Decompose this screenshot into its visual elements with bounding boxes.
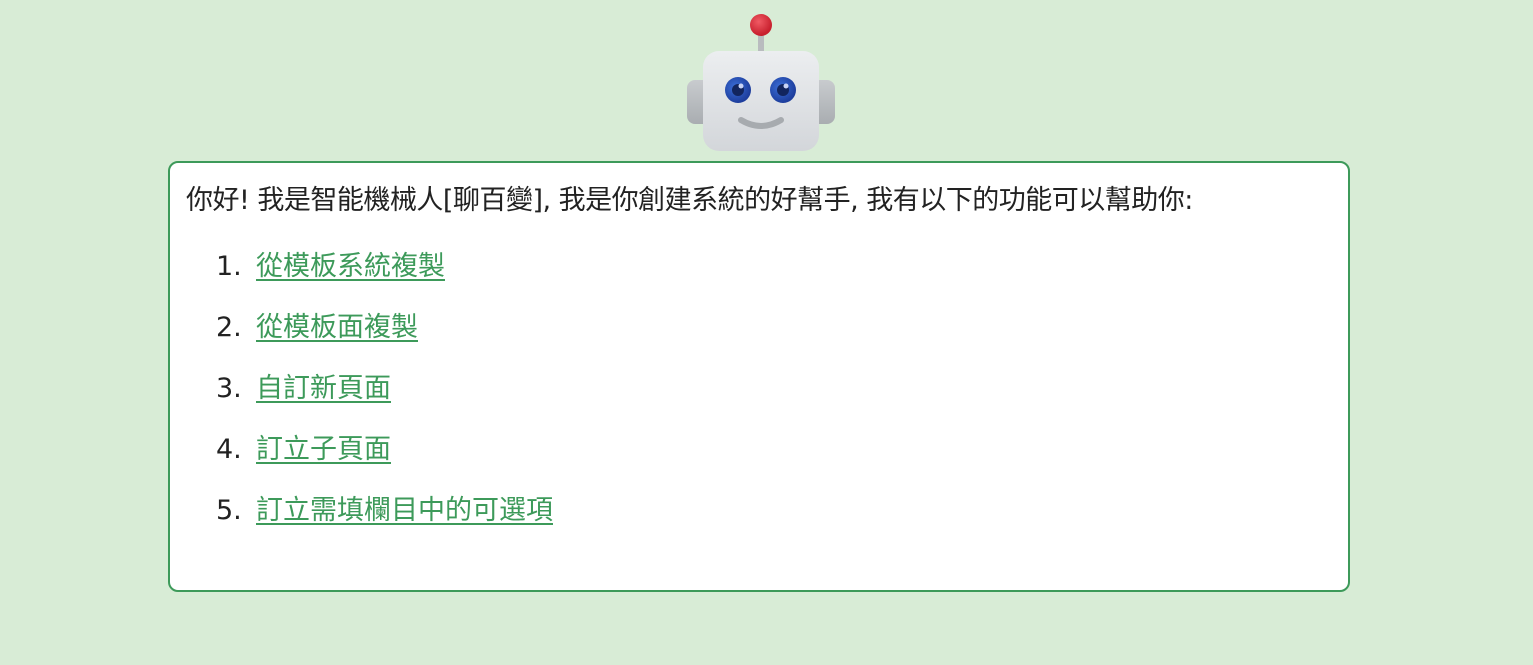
list-item: 4. 訂立子頁面 [216, 432, 553, 493]
option-link-set-field-options[interactable]: 訂立需填欄目中的可選項 [256, 493, 553, 529]
option-link-custom-new-page[interactable]: 自訂新頁面 [256, 371, 391, 407]
list-item: 2. 從模板面複製 [216, 310, 553, 371]
option-link-create-subpage[interactable]: 訂立子頁面 [256, 432, 391, 468]
option-number: 4. [216, 434, 242, 465]
robot-avatar [683, 10, 839, 155]
option-link-copy-from-template-page[interactable]: 從模板面複製 [256, 310, 418, 346]
option-link-copy-from-template-system[interactable]: 從模板系統複製 [256, 249, 445, 285]
list-item: 3. 自訂新頁面 [216, 371, 553, 432]
list-item: 5. 訂立需填欄目中的可選項 [216, 493, 553, 554]
feature-options-list: 1. 從模板系統複製 2. 從模板面複製 3. 自訂新頁面 4. 訂立子頁面 5… [216, 249, 553, 554]
option-number: 2. [216, 312, 242, 343]
chat-message-card: 你好! 我是智能機械人[聊百變], 我是你創建系統的好幫手, 我有以下的功能可以… [168, 161, 1350, 592]
list-item: 1. 從模板系統複製 [216, 249, 553, 310]
option-number: 1. [216, 251, 242, 282]
option-number: 5. [216, 495, 242, 526]
option-number: 3. [216, 373, 242, 404]
intro-text: 你好! 我是智能機械人[聊百變], 我是你創建系統的好幫手, 我有以下的功能可以… [186, 185, 1193, 216]
robot-icon [687, 14, 835, 151]
